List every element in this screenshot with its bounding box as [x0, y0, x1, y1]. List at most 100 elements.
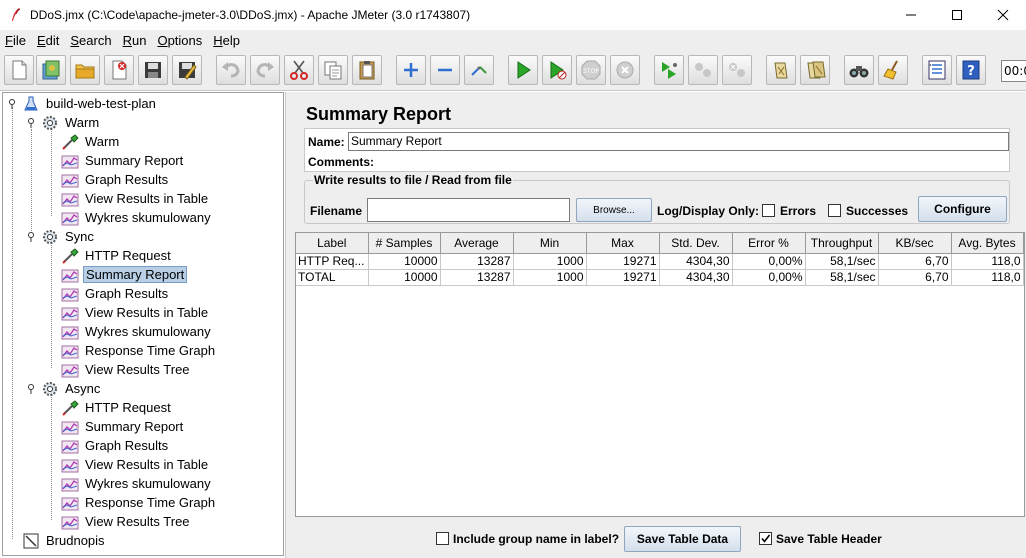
menu-options[interactable]: Options	[156, 33, 203, 48]
configure-button[interactable]: Configure	[918, 196, 1007, 222]
stop-button[interactable]: STOP	[576, 55, 606, 85]
tree-node-label: Graph Results	[85, 286, 169, 301]
function-helper-button[interactable]	[922, 55, 952, 85]
expand-handle-icon[interactable]	[26, 117, 36, 129]
clear-button[interactable]	[766, 55, 796, 85]
tree-node-listener[interactable]: Wykres skumulowany	[61, 208, 213, 227]
column-header[interactable]: Label	[296, 233, 369, 254]
search-button[interactable]	[844, 55, 874, 85]
menu-run[interactable]: Run	[122, 33, 148, 48]
column-header[interactable]: Min	[513, 233, 587, 254]
tree-node-listener[interactable]: Graph Results	[61, 170, 170, 189]
help-button[interactable]: ?	[956, 55, 986, 85]
successes-label: Successes	[846, 204, 909, 218]
split-pane-divider[interactable]	[285, 92, 294, 558]
save-table-header-checkbox[interactable]	[759, 532, 772, 545]
filename-field[interactable]	[367, 198, 570, 222]
tree-node-sampler[interactable]: HTTP Request	[61, 246, 173, 265]
clear-all-button[interactable]	[800, 55, 830, 85]
expand-handle-icon[interactable]	[26, 231, 36, 243]
paste-button[interactable]	[352, 55, 382, 85]
menu-file[interactable]: File	[4, 33, 27, 48]
tree-node-listener[interactable]: Wykres skumulowany	[61, 322, 213, 341]
tree-node-listener[interactable]: Response Time Graph	[61, 493, 217, 512]
toggle-button[interactable]	[464, 55, 494, 85]
menu-search[interactable]: Search	[69, 33, 112, 48]
tree-node-listener[interactable]: Summary Report	[61, 151, 185, 170]
cut-button[interactable]	[284, 55, 314, 85]
column-header[interactable]: Max	[586, 233, 660, 254]
expand-handle-icon[interactable]	[26, 383, 36, 395]
remote-shutdown-all-button[interactable]	[722, 55, 752, 85]
undo-button[interactable]	[216, 55, 246, 85]
tree-node-listener[interactable]: Graph Results	[61, 436, 170, 455]
tree-node-testplan[interactable]: build-web-test-plan	[22, 94, 158, 113]
successes-checkbox[interactable]	[828, 204, 841, 217]
tree-node-listener[interactable]: View Results Tree	[61, 360, 192, 379]
collapse-all-button[interactable]	[430, 55, 460, 85]
browse-button[interactable]: Browse...	[576, 198, 652, 222]
tree-node-threadgroup-async[interactable]: Async	[41, 379, 102, 398]
menu-help[interactable]: Help	[212, 33, 241, 48]
window-title: DDoS.jmx (C:\Code\apache-jmeter-3.0\DDoS…	[30, 8, 471, 22]
tree-node-threadgroup-warm[interactable]: Warm	[41, 113, 101, 132]
menu-edit[interactable]: Edit	[36, 33, 60, 48]
new-button[interactable]	[4, 55, 34, 85]
tree-node-listener[interactable]: View Results in Table	[61, 303, 210, 322]
column-header[interactable]: Throughput	[805, 233, 879, 254]
tree-node-listener[interactable]: Response Time Graph	[61, 341, 217, 360]
tree-node-listener[interactable]: Graph Results	[61, 284, 170, 303]
panel-title: Summary Report	[306, 104, 452, 124]
column-header[interactable]: # Samples	[368, 233, 441, 254]
shutdown-button[interactable]	[610, 55, 640, 85]
expand-handle-icon[interactable]	[7, 98, 17, 110]
save-button[interactable]	[138, 55, 168, 85]
table-cell: 13287	[440, 269, 514, 286]
tree-node-sampler[interactable]: Warm	[61, 132, 121, 151]
expand-all-button[interactable]	[396, 55, 426, 85]
tree-node-listener[interactable]: Summary Report	[61, 417, 185, 436]
start-no-pauses-button[interactable]	[542, 55, 572, 85]
remote-stop-all-button[interactable]	[688, 55, 718, 85]
tree-node-listener[interactable]: View Results Tree	[61, 512, 192, 531]
tree-node-listener[interactable]: View Results in Table	[61, 455, 210, 474]
remote-stop-icon	[695, 63, 711, 77]
remote-start-all-button[interactable]	[654, 55, 684, 85]
close-window-button[interactable]	[980, 0, 1026, 30]
maximize-button[interactable]	[934, 0, 980, 30]
close-file-button[interactable]	[104, 55, 134, 85]
column-header[interactable]: Error %	[732, 233, 806, 254]
table-row[interactable]: HTTP Req... 10000 13287 1000 19271 4304,…	[296, 253, 1024, 270]
start-button[interactable]	[508, 55, 538, 85]
column-header[interactable]: Average	[440, 233, 514, 254]
column-header[interactable]: KB/sec	[878, 233, 952, 254]
errors-checkbox[interactable]	[762, 204, 775, 217]
tree-node-listener[interactable]: Wykres skumulowany	[61, 474, 213, 493]
include-group-name-checkbox[interactable]	[436, 532, 449, 545]
save-table-header-label: Save Table Header	[776, 532, 882, 546]
minimize-button[interactable]	[888, 0, 934, 30]
tree-node-listener[interactable]: View Results in Table	[61, 189, 210, 208]
function-list-icon	[928, 60, 946, 80]
column-header[interactable]: Std. Dev.	[659, 233, 733, 254]
file-results-group: Write results to file / Read from file F…	[304, 173, 1010, 224]
tree-node-sampler[interactable]: HTTP Request	[61, 398, 173, 417]
test-plan-flask-icon	[24, 96, 38, 110]
copy-button[interactable]	[318, 55, 348, 85]
tree-node-threadgroup-sync[interactable]: Sync	[41, 227, 96, 246]
redo-button[interactable]	[250, 55, 280, 85]
close-icon	[997, 9, 1009, 21]
reset-search-button[interactable]	[878, 55, 908, 85]
table-row[interactable]: TOTAL 10000 13287 1000 19271 4304,30 0,0…	[296, 269, 1024, 286]
tree-node-workbench[interactable]: Brudnopis	[22, 531, 107, 550]
workbench-icon	[23, 533, 39, 548]
toolbar: STOP ? 00:0	[0, 51, 1026, 91]
templates-button[interactable]	[36, 55, 66, 85]
save-table-data-button[interactable]: Save Table Data	[624, 526, 741, 552]
undo-icon	[222, 62, 240, 78]
column-header[interactable]: Avg. Bytes	[951, 233, 1024, 254]
tree-node-listener-selected[interactable]: Summary Report	[61, 265, 188, 284]
save-as-button[interactable]	[172, 55, 202, 85]
open-button[interactable]	[70, 55, 100, 85]
name-field[interactable]: Summary Report	[348, 132, 1009, 151]
